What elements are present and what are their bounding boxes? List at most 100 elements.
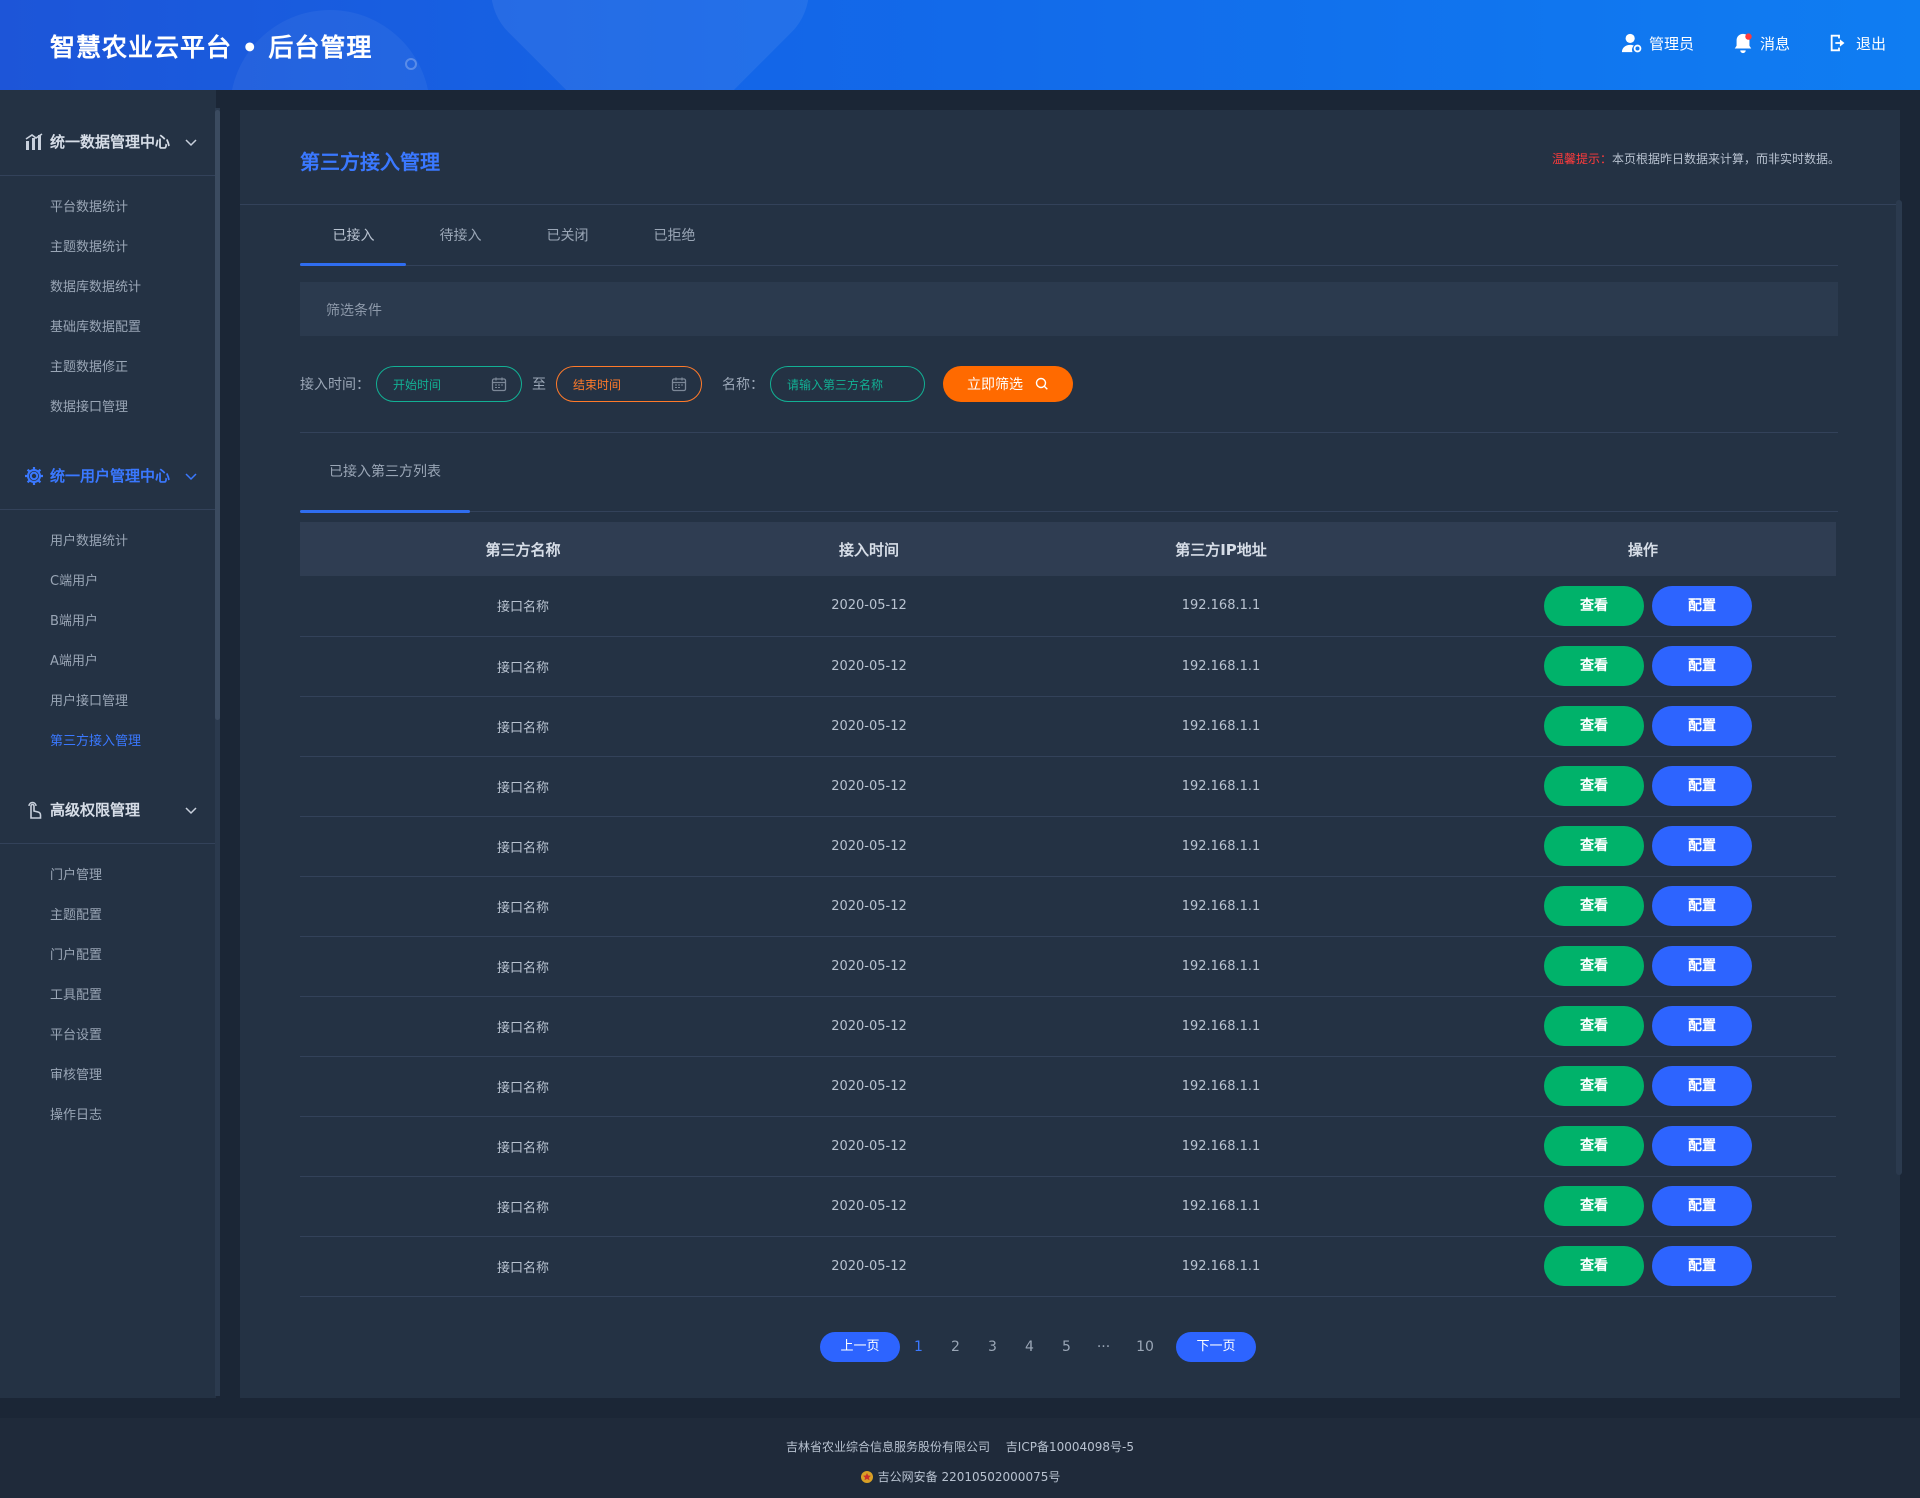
cell-time: 2020-05-12 xyxy=(831,1078,907,1094)
start-date-input[interactable]: 开始时间 xyxy=(376,366,522,402)
view-button[interactable]: 查看 xyxy=(1544,1066,1644,1106)
notice-text: 温馨提示：本页根据昨日数据来计算，而非实时数据。 xyxy=(1552,150,1840,167)
bell-icon xyxy=(1734,33,1752,54)
view-button[interactable]: 查看 xyxy=(1544,1006,1644,1046)
cell-ip: 192.168.1.1 xyxy=(1181,718,1261,734)
nav-group-title: 高级权限管理 xyxy=(50,801,141,819)
config-button[interactable]: 配置 xyxy=(1652,1006,1752,1046)
page-number[interactable]: 5 xyxy=(1048,1339,1085,1355)
tab-connected-list[interactable]: 已接入第三方列表 xyxy=(300,432,470,513)
config-button[interactable]: 配置 xyxy=(1652,766,1752,806)
filter-row: 接入时间： 开始时间 至 结束时间 名称： 请输入第三方名称 立即筛选 xyxy=(300,366,1073,402)
sidebar-item-c-users[interactable]: C端用户 xyxy=(0,562,216,602)
view-button[interactable]: 查看 xyxy=(1544,585,1644,626)
cell-name: 接口名称 xyxy=(496,780,549,796)
messages-button[interactable]: 消息 xyxy=(1732,32,1790,54)
table-row: 接口名称 2020-05-12 192.168.1.1 查看 配置 xyxy=(300,876,1836,936)
config-button[interactable]: 配置 xyxy=(1652,826,1752,866)
view-button[interactable]: 查看 xyxy=(1544,886,1644,926)
sidebar-item-database-stats[interactable]: 数据库数据统计 xyxy=(0,268,216,308)
tab-pending[interactable]: 待接入 xyxy=(407,206,514,265)
calendar-icon xyxy=(671,377,687,392)
view-button[interactable]: 查看 xyxy=(1544,826,1644,866)
gear-icon xyxy=(25,466,43,485)
view-button[interactable]: 查看 xyxy=(1544,946,1644,986)
sidebar-item-platform-settings[interactable]: 平台设置 xyxy=(0,1016,216,1056)
page-number[interactable]: 2 xyxy=(937,1339,974,1355)
config-button[interactable]: 配置 xyxy=(1652,1066,1752,1106)
sidebar-item-user-stats[interactable]: 用户数据统计 xyxy=(0,522,216,562)
cell-name: 接口名称 xyxy=(496,900,549,916)
cell-actions: 查看 配置 xyxy=(1450,636,1836,696)
sidebar-item-portal-manage[interactable]: 门户管理 xyxy=(0,856,216,896)
config-button[interactable]: 配置 xyxy=(1652,646,1752,686)
config-button[interactable]: 配置 xyxy=(1652,1126,1752,1166)
pagination: 上一页 1 2 3 4 5 ··· 10 下一页 xyxy=(820,1332,1256,1362)
access-time-label: 接入时间： xyxy=(300,377,370,393)
sidebar-item-topic-stats[interactable]: 主题数据统计 xyxy=(0,228,216,268)
config-button[interactable]: 配置 xyxy=(1652,706,1752,746)
sidebar-item-theme-config[interactable]: 主题配置 xyxy=(0,896,216,936)
end-date-input[interactable]: 结束时间 xyxy=(556,366,702,402)
nav-group-header-user-center[interactable]: 统一用户管理中心 xyxy=(0,442,216,510)
sidebar-item-b-users[interactable]: B端用户 xyxy=(0,602,216,642)
view-button[interactable]: 查看 xyxy=(1544,766,1644,806)
chevron-down-icon xyxy=(185,138,197,146)
divider xyxy=(240,204,1900,205)
prev-page-button[interactable]: 上一页 xyxy=(820,1332,900,1362)
third-party-name-input[interactable]: 请输入第三方名称 xyxy=(770,366,925,402)
page-number[interactable]: 10 xyxy=(1122,1339,1168,1355)
sidebar-item-base-config[interactable]: 基础库数据配置 xyxy=(0,308,216,348)
cell-time: 2020-05-12 xyxy=(831,898,907,914)
nav-group-header-permissions[interactable]: 高级权限管理 xyxy=(0,776,216,844)
sidebar-item-data-api[interactable]: 数据接口管理 xyxy=(0,388,216,428)
view-button[interactable]: 查看 xyxy=(1544,706,1644,746)
view-button[interactable]: 查看 xyxy=(1544,646,1644,686)
cell-actions: 查看 配置 xyxy=(1450,576,1836,636)
next-page-button[interactable]: 下一页 xyxy=(1176,1332,1256,1362)
logout-button[interactable]: 退出 xyxy=(1828,32,1886,54)
config-button[interactable]: 配置 xyxy=(1652,1186,1752,1226)
view-button[interactable]: 查看 xyxy=(1544,1246,1644,1286)
top-header-bar: 智慧农业云平台 • 后台管理 管理员 消息 退出 xyxy=(0,0,1920,90)
filter-submit-button[interactable]: 立即筛选 xyxy=(943,366,1073,402)
cell-time: 2020-05-12 xyxy=(831,838,907,854)
admin-user-button[interactable]: 管理员 xyxy=(1621,32,1694,54)
table-row: 接口名称 2020-05-12 192.168.1.1 查看 配置 xyxy=(300,1116,1836,1176)
sidebar-item-portal-config[interactable]: 门户配置 xyxy=(0,936,216,976)
config-button[interactable]: 配置 xyxy=(1652,585,1752,626)
config-button[interactable]: 配置 xyxy=(1652,1246,1752,1286)
config-button[interactable]: 配置 xyxy=(1652,946,1752,986)
sidebar-item-a-users[interactable]: A端用户 xyxy=(0,642,216,682)
main-scrollbar[interactable] xyxy=(1896,200,1902,1175)
cell-time: 2020-05-12 xyxy=(831,658,907,674)
sidebar-item-user-api[interactable]: 用户接口管理 xyxy=(0,682,216,722)
sidebar-item-operation-log[interactable]: 操作日志 xyxy=(0,1096,216,1136)
view-button[interactable]: 查看 xyxy=(1544,1186,1644,1226)
sidebar-item-third-party-access[interactable]: 第三方接入管理 xyxy=(0,722,216,762)
messages-label: 消息 xyxy=(1759,34,1790,53)
page-number[interactable]: 3 xyxy=(974,1339,1011,1355)
tab-connected[interactable]: 已接入 xyxy=(300,206,407,266)
cell-ip: 192.168.1.1 xyxy=(1181,1138,1261,1154)
sidebar-item-review-manage[interactable]: 审核管理 xyxy=(0,1056,216,1096)
sidebar-item-tool-config[interactable]: 工具配置 xyxy=(0,976,216,1016)
page-number[interactable]: 4 xyxy=(1011,1339,1048,1355)
nav-group-header-data-center[interactable]: 统一数据管理中心 xyxy=(0,108,216,176)
config-button[interactable]: 配置 xyxy=(1652,886,1752,926)
sidebar-scrollbar-thumb[interactable] xyxy=(215,110,220,720)
tab-closed[interactable]: 已关闭 xyxy=(514,206,621,265)
view-button[interactable]: 查看 xyxy=(1544,1126,1644,1166)
to-label: 至 xyxy=(532,377,546,393)
column-header-name: 第三方名称 xyxy=(485,540,561,559)
notice-content: 本页根据昨日数据来计算，而非实时数据。 xyxy=(1611,152,1840,166)
tab-rejected[interactable]: 已拒绝 xyxy=(621,206,728,265)
cell-name: 接口名称 xyxy=(496,960,549,976)
sidebar-item-topic-fix[interactable]: 主题数据修正 xyxy=(0,348,216,388)
nav-group-data-center: 统一数据管理中心 平台数据统计 主题数据统计 数据库数据统计 基础库数据配置 主… xyxy=(0,108,216,442)
sidebar-item-platform-stats[interactable]: 平台数据统计 xyxy=(0,188,216,228)
header-decoration xyxy=(466,0,834,90)
cell-name: 接口名称 xyxy=(496,1200,549,1216)
page-number[interactable]: 1 xyxy=(900,1339,937,1355)
nav-group-title: 统一用户管理中心 xyxy=(50,467,171,485)
